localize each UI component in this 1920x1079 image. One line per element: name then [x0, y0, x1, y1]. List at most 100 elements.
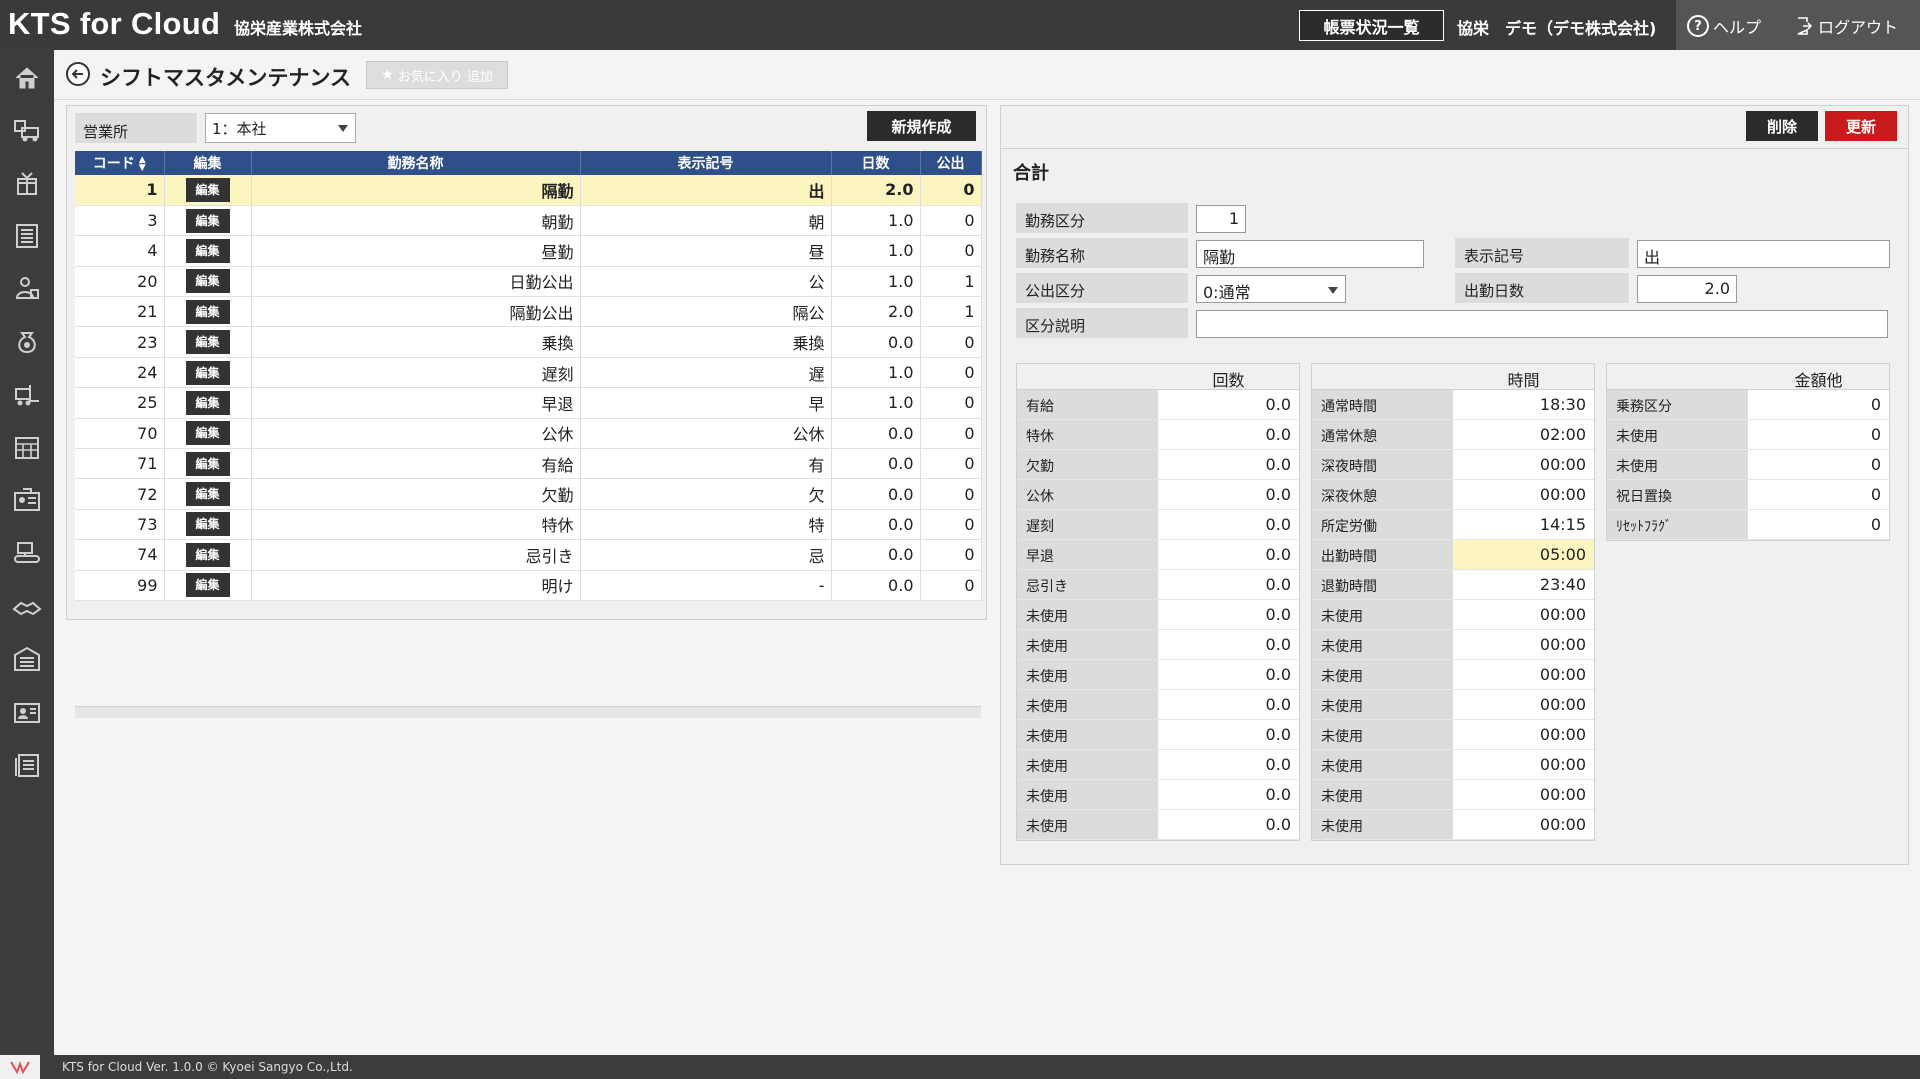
table-row[interactable]: 21 編集 隔勤公出 隔公 2.0 1 — [75, 296, 982, 328]
table-row[interactable]: 72 編集 欠勤欠 0.0 0 — [75, 478, 982, 510]
count-value-input[interactable]: 0.0 — [1158, 510, 1299, 539]
count-value-input[interactable]: 0.0 — [1158, 720, 1299, 749]
work-name-input[interactable]: 隔勤 — [1196, 240, 1424, 268]
count-value-input[interactable]: 0.0 — [1158, 660, 1299, 689]
table-row[interactable]: 4 編集 昼勤昼 1.0 0 — [75, 235, 982, 267]
description-input[interactable] — [1196, 310, 1888, 338]
table-row[interactable]: 3 編集 朝勤朝 1.0 0 — [75, 205, 982, 237]
table-row[interactable]: 70 編集 公休 公休 0.0 0 — [75, 418, 982, 450]
building-list-icon[interactable] — [11, 220, 43, 252]
count-value-input[interactable]: 0.0 — [1158, 420, 1299, 449]
count-row: 特休 0.0 — [1017, 420, 1299, 450]
amount-value-input[interactable]: 0 — [1748, 420, 1889, 449]
table-row[interactable]: 73 編集 特休特 0.0 0 — [75, 509, 982, 541]
time-value-input[interactable]: 23:40 — [1453, 570, 1594, 599]
koshutsu-division-select[interactable]: 0:通常 — [1196, 275, 1346, 303]
office-select[interactable]: 1：本社 — [205, 113, 356, 143]
cell-days: 1.0 — [831, 266, 921, 298]
time-value-input[interactable]: 00:00 — [1453, 810, 1594, 839]
count-value-input[interactable]: 0.0 — [1158, 480, 1299, 509]
edit-button[interactable]: 編集 — [185, 542, 230, 567]
display-mark-input[interactable]: 出 — [1637, 240, 1890, 268]
time-value-input[interactable]: 00:00 — [1453, 660, 1594, 689]
table-row[interactable]: 24 編集 遅刻遅 1.0 0 — [75, 357, 982, 389]
delivery-truck-icon[interactable] — [11, 114, 43, 146]
calendar-grid-icon[interactable] — [11, 431, 43, 463]
time-value-input[interactable]: 00:00 — [1453, 720, 1594, 749]
report-status-button[interactable]: 帳票状況一覧 — [1299, 10, 1444, 41]
time-value-input[interactable]: 02:00 — [1453, 420, 1594, 449]
warehouse-icon[interactable] — [11, 643, 43, 675]
time-value-input[interactable]: 00:00 — [1453, 750, 1594, 779]
edit-button[interactable]: 編集 — [185, 208, 230, 233]
count-value-input[interactable]: 0.0 — [1158, 540, 1299, 569]
count-value-input[interactable]: 0.0 — [1158, 570, 1299, 599]
new-create-button[interactable]: 新規作成 — [867, 111, 976, 141]
cell-code: 23 — [75, 326, 165, 358]
work-name-label: 勤務名称 — [1016, 238, 1188, 268]
edit-button[interactable]: 編集 — [185, 482, 230, 507]
gift-box-icon[interactable] — [11, 167, 43, 199]
column-header-code[interactable]: コード ▲ ▼ — [75, 151, 165, 175]
back-button[interactable] — [66, 62, 90, 86]
edit-button[interactable]: 編集 — [185, 512, 230, 537]
time-value-input[interactable]: 18:30 — [1453, 390, 1594, 419]
count-value-input[interactable]: 0.0 — [1158, 390, 1299, 419]
work-division-input[interactable]: 1 — [1196, 205, 1246, 233]
table-row[interactable]: 23 編集 乗換 乗換 0.0 0 — [75, 326, 982, 358]
coin-bag-icon[interactable] — [11, 325, 43, 357]
time-value-input[interactable]: 00:00 — [1453, 600, 1594, 629]
time-value-input[interactable]: 00:00 — [1453, 690, 1594, 719]
edit-button[interactable]: 編集 — [185, 177, 230, 202]
help-link[interactable]: ? ヘルプ — [1687, 14, 1761, 38]
edit-button[interactable]: 編集 — [185, 330, 230, 355]
hands-icon[interactable] — [11, 590, 43, 622]
attendance-days-input[interactable]: 2.0 — [1637, 275, 1737, 303]
document-stack-icon[interactable] — [11, 749, 43, 781]
count-value-input[interactable]: 0.0 — [1158, 750, 1299, 779]
edit-button[interactable]: 編集 — [185, 269, 230, 294]
person-card-icon[interactable] — [11, 696, 43, 728]
forklift-icon[interactable] — [11, 378, 43, 410]
time-value-input[interactable]: 05:00 — [1453, 540, 1594, 569]
edit-button[interactable]: 編集 — [185, 299, 230, 324]
amount-value-input[interactable]: 0 — [1748, 510, 1889, 539]
edit-button[interactable]: 編集 — [185, 360, 230, 385]
add-favorite-button[interactable]: ★ お気に入り 追加 — [366, 61, 508, 89]
count-value-input[interactable]: 0.0 — [1158, 810, 1299, 839]
table-row[interactable]: 25 編集 早退早 1.0 0 — [75, 387, 982, 419]
edit-button[interactable]: 編集 — [185, 238, 230, 263]
table-row[interactable]: 99 編集 明け -0.0 0 — [75, 570, 982, 601]
update-button[interactable]: 更新 — [1825, 111, 1897, 141]
table-row[interactable]: 20 編集 日勤公出公 1.0 1 — [75, 266, 982, 298]
edit-button[interactable]: 編集 — [185, 390, 230, 415]
count-value-input[interactable]: 0.0 — [1158, 630, 1299, 659]
table-row[interactable]: 1 編集 隔勤出 2.0 0 — [75, 175, 982, 206]
count-value-input[interactable]: 0.0 — [1158, 780, 1299, 809]
edit-button[interactable]: 編集 — [185, 451, 230, 476]
logout-link[interactable]: ログアウト — [1796, 14, 1898, 38]
amount-value-input[interactable]: 0 — [1748, 480, 1889, 509]
time-value-input[interactable]: 00:00 — [1453, 450, 1594, 479]
time-value-input[interactable]: 00:00 — [1453, 630, 1594, 659]
amount-value-input[interactable]: 0 — [1748, 390, 1889, 419]
home-icon[interactable] — [11, 62, 43, 94]
id-card-icon[interactable] — [11, 484, 43, 516]
conveyor-icon[interactable] — [11, 537, 43, 569]
count-value-input[interactable]: 0.0 — [1158, 690, 1299, 719]
time-value-input[interactable]: 00:00 — [1453, 480, 1594, 509]
time-value-input[interactable]: 14:15 — [1453, 510, 1594, 539]
edit-button[interactable]: 編集 — [185, 573, 230, 598]
worker-icon[interactable] — [11, 272, 43, 304]
edit-button[interactable]: 編集 — [185, 421, 230, 446]
count-value-input[interactable]: 0.0 — [1158, 450, 1299, 479]
delete-button[interactable]: 削除 — [1746, 111, 1818, 141]
cell-days: 1.0 — [831, 387, 921, 419]
time-table: 時間 通常時間 18:30 通常休憩 02:00 深夜時間 00:00 深夜休憩 00:00 所… — [1311, 363, 1595, 841]
count-value-input[interactable]: 0.0 — [1158, 600, 1299, 629]
table-row[interactable]: 71 編集 有給有 0.0 0 — [75, 448, 982, 480]
column-header-koshutsu: 公出 — [920, 151, 982, 175]
amount-value-input[interactable]: 0 — [1748, 450, 1889, 479]
time-value-input[interactable]: 00:00 — [1453, 780, 1594, 809]
table-row[interactable]: 74 編集 忌引き忌 0.0 0 — [75, 539, 982, 571]
